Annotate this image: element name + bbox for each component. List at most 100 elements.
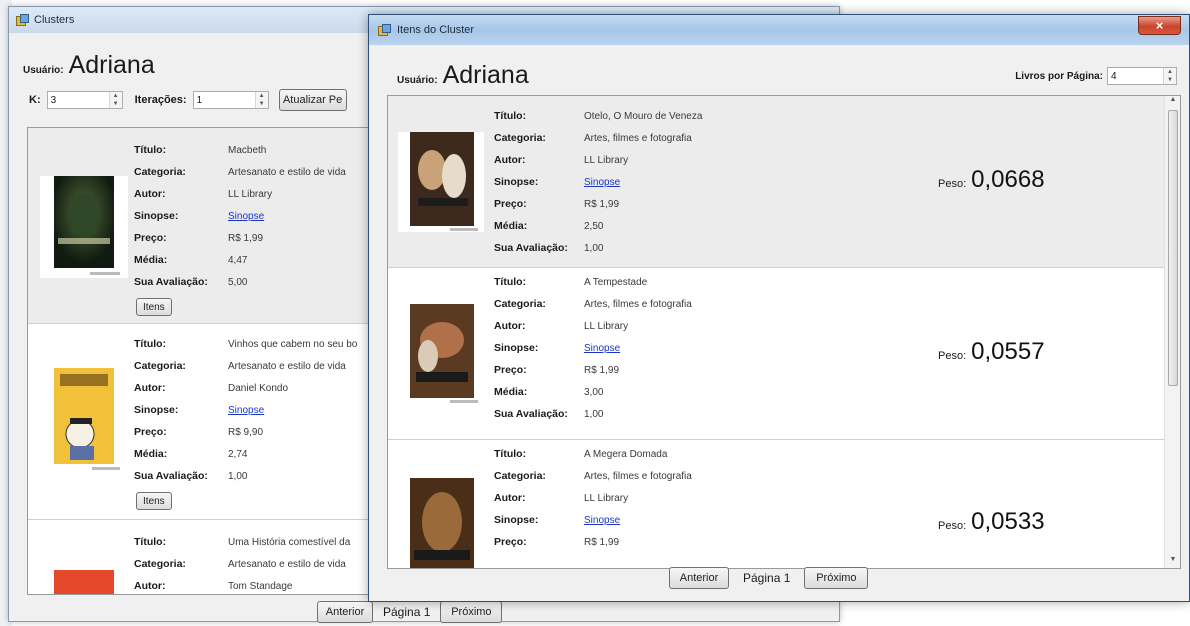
- synopsis-link[interactable]: Sinopse: [584, 515, 620, 526]
- close-window-button[interactable]: ×: [1138, 16, 1181, 35]
- page-indicator: Página 1: [383, 605, 431, 619]
- book-cover-image: [40, 368, 128, 472]
- rating-value: 1,00: [584, 243, 604, 254]
- average-label: Média:: [494, 386, 528, 398]
- cluster-book-list[interactable]: Título: Macbeth Categoria: Artesanato e …: [27, 127, 387, 595]
- cluster-items-list[interactable]: Título: Otelo, O Mouro de Veneza Categor…: [387, 95, 1181, 569]
- author-label: Autor:: [134, 580, 166, 592]
- category-value: Artes, filmes e fotografia: [584, 133, 692, 144]
- synopsis-label: Sinopse:: [134, 404, 179, 416]
- weight-value: 0,0668: [971, 166, 1045, 193]
- category-label: Categoria:: [494, 470, 546, 482]
- title-value: A Tempestade: [584, 277, 648, 288]
- next-page-button[interactable]: Próximo: [804, 567, 869, 589]
- list-item[interactable]: Título: A Tempestade Categoria: Artes, f…: [388, 268, 1166, 440]
- books-per-page-label: Livros por Página:: [1015, 70, 1103, 82]
- title-label: Título:: [494, 276, 527, 288]
- average-label: Média:: [494, 220, 528, 232]
- k-stepper-arrows-icon[interactable]: ▲ ▼: [108, 92, 122, 108]
- rating-label: Sua Avaliação:: [134, 470, 208, 482]
- user-label: Usuário:: [23, 65, 64, 76]
- k-value: 3: [50, 94, 57, 106]
- title-value: Macbeth: [228, 145, 267, 156]
- window-title: Itens do Cluster: [397, 24, 475, 36]
- cluster-controls: K: 3 ▲ ▼ Iterações: 1 ▲ ▼ Atualizar Pe: [29, 89, 347, 111]
- iterations-stepper-arrows-icon[interactable]: ▲ ▼: [254, 92, 268, 108]
- category-label: Categoria:: [134, 166, 186, 178]
- synopsis-label: Sinopse:: [494, 514, 539, 526]
- average-value: 3,00: [584, 387, 604, 398]
- title-value: Vinhos que cabem no seu bo: [228, 339, 358, 350]
- average-value: 2,74: [228, 449, 248, 460]
- category-label: Categoria:: [494, 298, 546, 310]
- synopsis-link[interactable]: Sinopse: [584, 343, 620, 354]
- category-label: Categoria:: [134, 360, 186, 372]
- vertical-scrollbar[interactable]: ▲ ▼: [1164, 96, 1180, 568]
- average-label: Média:: [134, 448, 168, 460]
- next-page-button[interactable]: Próximo: [440, 601, 503, 623]
- previous-page-button[interactable]: Anterior: [317, 601, 373, 623]
- price-value: R$ 1,99: [584, 365, 620, 376]
- book-cover-image: [398, 478, 484, 568]
- rating-value: 5,00: [228, 277, 248, 288]
- cluster-items-titlebar[interactable]: Itens do Cluster ×: [369, 15, 1189, 45]
- rating-label: Sua Avaliação:: [134, 276, 208, 288]
- previous-page-button[interactable]: Anterior: [669, 567, 729, 589]
- author-value: LL Library: [228, 189, 273, 200]
- book-cover-image: [54, 570, 114, 594]
- books-per-page-control: Livros por Página: 4 ▲ ▼: [1015, 67, 1177, 85]
- synopsis-label: Sinopse:: [134, 210, 179, 222]
- author-value: Daniel Kondo: [228, 383, 289, 394]
- list-item[interactable]: Título: Uma História comestível da Categ…: [28, 520, 386, 594]
- book-cover-image: [398, 132, 484, 232]
- title-label: Título:: [134, 536, 167, 548]
- category-value: Artesanato e estilo de vida: [228, 361, 346, 372]
- price-value: R$ 1,99: [584, 537, 620, 548]
- user-label: Usuário:: [397, 75, 438, 86]
- books-per-page-stepper[interactable]: 4 ▲ ▼: [1107, 67, 1177, 85]
- user-name: Adriana: [68, 51, 155, 79]
- iterations-stepper[interactable]: 1 ▲ ▼: [192, 91, 269, 109]
- weight-label: Peso:: [938, 350, 967, 362]
- iterations-label: Iterações:: [134, 94, 187, 106]
- k-stepper[interactable]: 3 ▲ ▼: [46, 91, 123, 109]
- price-value: R$ 9,90: [228, 427, 264, 438]
- author-value: LL Library: [584, 321, 629, 332]
- author-label: Autor:: [494, 154, 526, 166]
- list-item[interactable]: Título: Otelo, O Mouro de Veneza Categor…: [388, 96, 1166, 268]
- scroll-up-icon[interactable]: ▲: [1165, 96, 1180, 108]
- author-value: LL Library: [584, 493, 629, 504]
- price-value: R$ 1,99: [228, 233, 264, 244]
- synopsis-link[interactable]: Sinopse: [228, 405, 264, 416]
- window-title: Clusters: [34, 14, 75, 26]
- books-per-page-arrows-icon[interactable]: ▲ ▼: [1163, 68, 1176, 84]
- k-label: K:: [29, 94, 41, 106]
- update-button[interactable]: Atualizar Pe: [278, 89, 347, 111]
- rating-value: 1,00: [228, 471, 248, 482]
- synopsis-link[interactable]: Sinopse: [228, 211, 264, 222]
- price-label: Preço:: [494, 198, 527, 210]
- weight-display: Peso: 0,0533: [938, 508, 1045, 536]
- category-value: Artesanato e estilo de vida: [228, 559, 346, 570]
- title-value: Otelo, O Mouro de Veneza: [584, 111, 703, 122]
- scroll-down-icon[interactable]: ▼: [1165, 556, 1180, 568]
- author-value: LL Library: [584, 155, 629, 166]
- average-value: 2,50: [584, 221, 604, 232]
- author-label: Autor:: [134, 382, 166, 394]
- synopsis-link[interactable]: Sinopse: [584, 177, 620, 188]
- average-label: Média:: [134, 254, 168, 266]
- category-value: Artes, filmes e fotografia: [584, 471, 692, 482]
- items-button[interactable]: Itens: [136, 492, 172, 510]
- scrollbar-thumb[interactable]: [1168, 110, 1178, 386]
- rating-label: Sua Avaliação:: [494, 242, 568, 254]
- cluster-items-pagination: Anterior Página 1 Próximo: [669, 567, 869, 589]
- price-label: Preço:: [494, 364, 527, 376]
- book-cover-image: [40, 176, 128, 278]
- weight-display: Peso: 0,0557: [938, 338, 1045, 366]
- list-item[interactable]: Título: Macbeth Categoria: Artesanato e …: [28, 128, 386, 324]
- items-button[interactable]: Itens: [136, 298, 172, 316]
- list-item[interactable]: Título: A Megera Domada Categoria: Artes…: [388, 440, 1166, 568]
- books-per-page-value: 4: [1111, 70, 1117, 82]
- list-item[interactable]: Título: Vinhos que cabem no seu bo Categ…: [28, 324, 386, 520]
- weight-value: 0,0533: [971, 508, 1045, 535]
